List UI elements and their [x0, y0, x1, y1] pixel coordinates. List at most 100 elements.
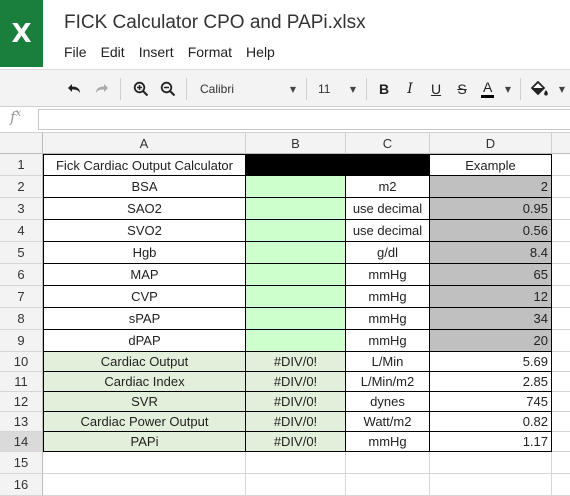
cell-e16[interactable] [552, 474, 570, 496]
cell-d3[interactable]: 0.95 [430, 198, 552, 220]
cell-e4[interactable] [552, 220, 570, 242]
cell-b9[interactable] [246, 330, 346, 352]
cell-e5[interactable] [552, 242, 570, 264]
cell-c10[interactable]: L/Min [346, 352, 430, 372]
document-title[interactable]: FICK Calculator CPO and PAPi.xlsx [64, 12, 366, 34]
strikethrough-button[interactable]: S [452, 70, 472, 108]
row-header-7[interactable]: 7 [0, 286, 43, 308]
formula-input[interactable] [38, 109, 570, 130]
menu-file[interactable]: File [64, 44, 87, 60]
cell-d13[interactable]: 0.82 [430, 412, 552, 432]
cell-b5[interactable] [246, 242, 346, 264]
cell-c12[interactable]: dynes [346, 392, 430, 412]
row-header-2[interactable]: 2 [0, 176, 43, 198]
cell-a15[interactable] [43, 452, 246, 474]
menu-format[interactable]: Format [188, 44, 232, 60]
cell-b16[interactable] [246, 474, 346, 496]
cell-b8[interactable] [246, 308, 346, 330]
cell-b12[interactable]: #DIV/0! [246, 392, 346, 412]
cell-e8[interactable] [552, 308, 570, 330]
row-header-8[interactable]: 8 [0, 308, 43, 330]
cell-e14[interactable] [552, 432, 570, 452]
cell-c11[interactable]: L/Min/m2 [346, 372, 430, 392]
row-header-10[interactable]: 10 [0, 352, 43, 372]
cell-e15[interactable] [552, 452, 570, 474]
row-header-13[interactable]: 13 [0, 412, 43, 432]
cell-b10[interactable]: #DIV/0! [246, 352, 346, 372]
cell-c5[interactable]: g/dl [346, 242, 430, 264]
cell-a8[interactable]: sPAP [43, 308, 246, 330]
cell-b14[interactable]: #DIV/0! [246, 432, 346, 452]
cell-e1[interactable] [552, 154, 570, 176]
row-header-9[interactable]: 9 [0, 330, 43, 352]
font-name-select[interactable]: Calibri ▼ [196, 70, 300, 108]
redo-button[interactable] [90, 70, 114, 108]
row-header-1[interactable]: 1 [0, 154, 43, 176]
row-header-16[interactable]: 16 [0, 474, 43, 496]
row-header-3[interactable]: 3 [0, 198, 43, 220]
cell-b2[interactable] [246, 176, 346, 198]
zoom-out-button[interactable] [157, 70, 179, 108]
cell-d1[interactable]: Example [430, 154, 552, 176]
row-header-5[interactable]: 5 [0, 242, 43, 264]
cell-e10[interactable] [552, 352, 570, 372]
underline-button[interactable]: U [426, 70, 446, 108]
cell-b4[interactable] [246, 220, 346, 242]
cell-e3[interactable] [552, 198, 570, 220]
italic-button[interactable]: I [400, 70, 420, 108]
column-header-b[interactable]: B [246, 133, 346, 154]
cell-d15[interactable] [430, 452, 552, 474]
cell-d16[interactable] [430, 474, 552, 496]
cell-a12[interactable]: SVR [43, 392, 246, 412]
cell-c16[interactable] [346, 474, 430, 496]
cell-c2[interactable]: m2 [346, 176, 430, 198]
cell-a13[interactable]: Cardiac Power Output [43, 412, 246, 432]
cell-b15[interactable] [246, 452, 346, 474]
cell-a6[interactable]: MAP [43, 264, 246, 286]
row-header-14[interactable]: 14 [0, 432, 43, 452]
cell-e13[interactable] [552, 412, 570, 432]
cell-a16[interactable] [43, 474, 246, 496]
fill-color-button[interactable]: ▼ [528, 70, 568, 108]
row-header-6[interactable]: 6 [0, 264, 43, 286]
cell-d14[interactable]: 1.17 [430, 432, 552, 452]
text-color-button[interactable]: A ▼ [478, 70, 514, 108]
row-header-11[interactable]: 11 [0, 372, 43, 392]
cell-c4[interactable]: use decimal [346, 220, 430, 242]
cell-c15[interactable] [346, 452, 430, 474]
cell-c1[interactable] [346, 154, 430, 176]
cell-a2[interactable]: BSA [43, 176, 246, 198]
cell-d4[interactable]: 0.56 [430, 220, 552, 242]
cell-d5[interactable]: 8.4 [430, 242, 552, 264]
cell-c6[interactable]: mmHg [346, 264, 430, 286]
cell-e9[interactable] [552, 330, 570, 352]
cell-a10[interactable]: Cardiac Output [43, 352, 246, 372]
font-size-select[interactable]: 11 ▼ [314, 70, 360, 108]
cell-a7[interactable]: CVP [43, 286, 246, 308]
cell-a5[interactable]: Hgb [43, 242, 246, 264]
cell-c14[interactable]: mmHg [346, 432, 430, 452]
cell-e12[interactable] [552, 392, 570, 412]
cell-d2[interactable]: 2 [430, 176, 552, 198]
cell-b7[interactable] [246, 286, 346, 308]
cell-b1[interactable] [246, 154, 346, 176]
cell-e11[interactable] [552, 372, 570, 392]
cell-c13[interactable]: Watt/m2 [346, 412, 430, 432]
cell-e7[interactable] [552, 286, 570, 308]
cell-d10[interactable]: 5.69 [430, 352, 552, 372]
cell-d11[interactable]: 2.85 [430, 372, 552, 392]
menu-edit[interactable]: Edit [101, 44, 125, 60]
cell-b3[interactable] [246, 198, 346, 220]
cell-c8[interactable]: mmHg [346, 308, 430, 330]
cell-e6[interactable] [552, 264, 570, 286]
cell-a1[interactable]: Fick Cardiac Output Calculator [43, 154, 246, 176]
cell-c9[interactable]: mmHg [346, 330, 430, 352]
cell-d7[interactable]: 12 [430, 286, 552, 308]
cell-c7[interactable]: mmHg [346, 286, 430, 308]
column-header-e[interactable] [552, 133, 570, 154]
column-header-d[interactable]: D [430, 133, 552, 154]
cell-a3[interactable]: SAO2 [43, 198, 246, 220]
row-header-4[interactable]: 4 [0, 220, 43, 242]
cell-b11[interactable]: #DIV/0! [246, 372, 346, 392]
cell-b6[interactable] [246, 264, 346, 286]
